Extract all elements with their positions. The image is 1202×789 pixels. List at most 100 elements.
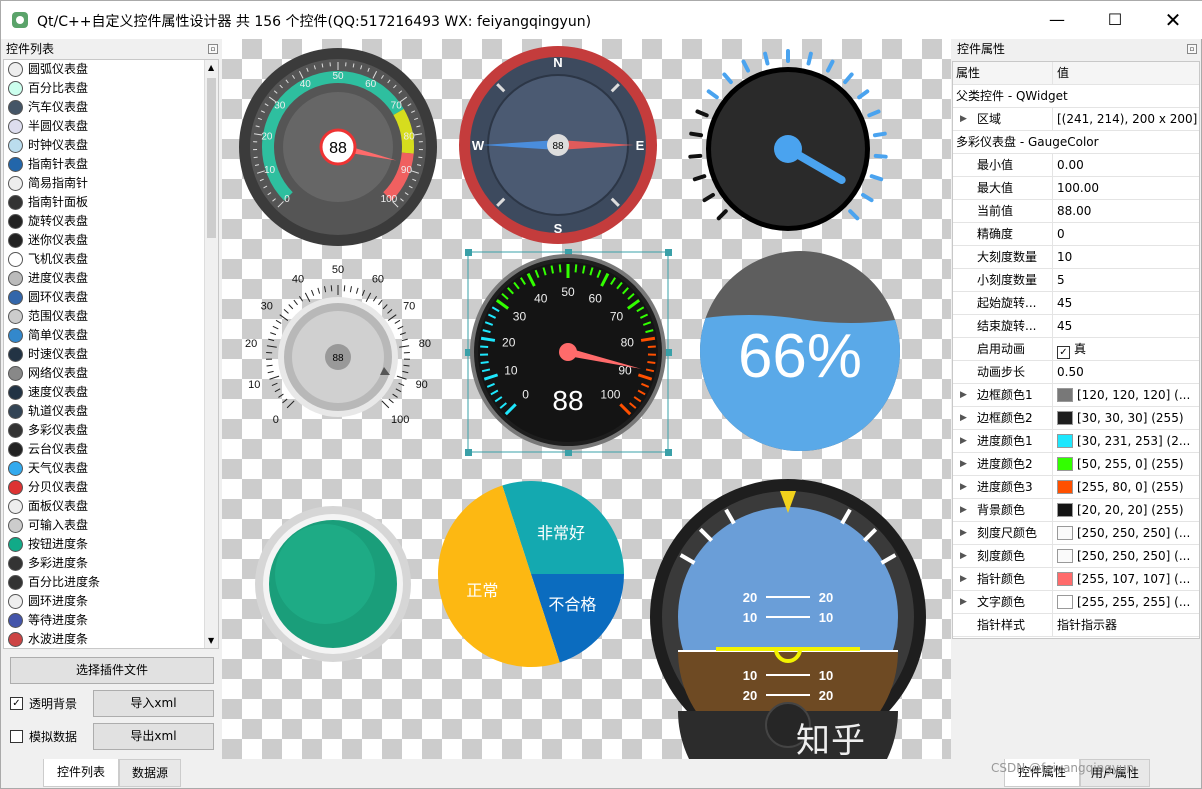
property-row[interactable]: 精确度 0 [953, 223, 1199, 246]
list-item[interactable]: 速度仪表盘 [4, 383, 218, 402]
property-row[interactable]: 指针样式 指针指示器 [953, 614, 1199, 637]
dock-float-icon[interactable]: ▫ [208, 44, 218, 54]
scroll-down-icon[interactable]: ▼ [208, 636, 214, 645]
list-item[interactable]: 分贝仪表盘 [4, 478, 218, 497]
list-item[interactable]: 天气仪表盘 [4, 459, 218, 478]
list-item[interactable]: 圆环仪表盘 [4, 288, 218, 307]
property-row[interactable]: ▶ 进度颜色3 [255, 80, 0] (255) [953, 476, 1199, 499]
list-item[interactable]: 等待进度条 [4, 611, 218, 630]
export-xml-button[interactable]: 导出xml [93, 723, 214, 750]
property-checkbox[interactable]: ✓ [1057, 346, 1070, 359]
scroll-thumb[interactable] [207, 78, 216, 238]
property-group[interactable]: 多彩仪表盘 - GaugeColor [953, 131, 1199, 154]
list-item[interactable]: 简易指南针 [4, 174, 218, 193]
tick-mark [418, 156, 423, 159]
maximize-button[interactable]: ☐ [1086, 1, 1144, 39]
wave-progress[interactable]: 66% [698, 249, 902, 453]
simple-gauge[interactable] [688, 49, 888, 249]
list-item-label: 可输入表盘 [28, 518, 89, 532]
compass-gauge[interactable]: N S E W 88 [458, 45, 658, 245]
tab-widget-list[interactable]: 控件列表 [43, 759, 119, 787]
property-row[interactable]: ▶ 区域 [(241, 214), 200 x 200] [953, 108, 1199, 131]
property-row[interactable]: 动画步长 0.50 [953, 361, 1199, 384]
list-item-label: 圆弧仪表盘 [28, 62, 89, 76]
list-item[interactable]: 指南针面板 [4, 193, 218, 212]
property-row[interactable]: ▶ 边框颜色1 [120, 120, 120] (... [953, 384, 1199, 407]
list-item[interactable]: 多彩进度条 [4, 554, 218, 573]
property-row[interactable]: ▶ 刻度颜色 [250, 250, 250] (... [953, 545, 1199, 568]
tick-mark [397, 325, 404, 330]
minimize-button[interactable]: — [1028, 1, 1086, 39]
property-row[interactable]: ▶ 边框颜色2 [30, 30, 30] (255) [953, 407, 1199, 430]
list-item[interactable]: 飞机仪表盘 [4, 250, 218, 269]
list-item[interactable]: 百分比表盘 [4, 79, 218, 98]
pitch-label: 10 [819, 610, 833, 625]
list-item[interactable]: 进度仪表盘 [4, 269, 218, 288]
select-plugin-button[interactable]: 选择插件文件 [10, 657, 214, 684]
tick-label: 60 [372, 274, 384, 286]
property-row[interactable]: 结束旋转... 45 [953, 315, 1199, 338]
list-item[interactable]: 简单仪表盘 [4, 326, 218, 345]
list-item[interactable]: 指南针表盘 [4, 155, 218, 174]
tick-label: 70 [391, 101, 403, 112]
property-row[interactable]: ▶ 文字颜色 [255, 255, 255] (... [953, 591, 1199, 614]
list-item[interactable]: 按钮进度条 [4, 535, 218, 554]
transparent-bg-checkbox[interactable]: ✓ [10, 697, 23, 710]
property-row[interactable]: ▶ 刻度尺颜色 [250, 250, 250] (... [953, 522, 1199, 545]
list-item[interactable]: 百分比进度条 [4, 573, 218, 592]
widget-list[interactable]: 圆弧仪表盘百分比表盘 汽车仪表盘 半圆仪表盘 时钟仪表盘 指南针表盘 简易指南针 指南针面板… [3, 59, 219, 649]
property-row[interactable]: 起始旋转... 45 [953, 292, 1199, 315]
color-gauge[interactable]: 010203040 50 6070809010088 [465, 249, 672, 456]
list-item[interactable]: 网络仪表盘 [4, 364, 218, 383]
list-item[interactable]: 圆弧仪表盘 [4, 60, 218, 79]
property-row[interactable]: 最大值 100.00 [953, 177, 1199, 200]
list-item[interactable]: 旋转仪表盘 [4, 212, 218, 231]
list-item[interactable]: 轨道仪表盘 [4, 402, 218, 421]
property-row[interactable]: ▶ 指针颜色 [255, 107, 107] (... [953, 568, 1199, 591]
property-row[interactable]: ▶ 背景颜色 [20, 20, 20] (255) [953, 499, 1199, 522]
property-group[interactable]: 父类控件 - QWidget [953, 85, 1199, 108]
list-item[interactable]: 范围仪表盘 [4, 307, 218, 326]
list-scrollbar[interactable]: ▲ ▼ [204, 60, 218, 648]
list-item[interactable]: 多彩仪表盘 [4, 421, 218, 440]
property-row[interactable]: 大刻度数量 10 [953, 246, 1199, 269]
tab-data-source[interactable]: 数据源 [119, 759, 181, 787]
simulate-data-label: 模拟数据 [29, 730, 78, 744]
close-button[interactable]: ✕ [1144, 1, 1202, 39]
list-item[interactable]: 半圆仪表盘 [4, 117, 218, 136]
selection-handle [665, 249, 672, 256]
list-item[interactable]: 水波进度条 [4, 630, 218, 648]
property-row[interactable]: 启用动画 ✓ 真 [953, 338, 1199, 361]
list-item[interactable]: 汽车仪表盘 [4, 98, 218, 117]
list-item[interactable]: 面板仪表盘 [4, 497, 218, 516]
list-item[interactable]: 云台仪表盘 [4, 440, 218, 459]
tick-mark [324, 286, 327, 293]
import-xml-button[interactable]: 导入xml [93, 690, 214, 717]
tick-label: 10 [248, 379, 260, 391]
list-item[interactable]: 时钟仪表盘 [4, 136, 218, 155]
ring-button[interactable] [248, 499, 418, 669]
property-row[interactable]: ▶ 进度颜色1 [30, 231, 253] (2... [953, 430, 1199, 453]
list-item[interactable]: 可输入表盘 [4, 516, 218, 535]
simulate-data-checkbox[interactable] [10, 730, 23, 743]
list-item[interactable]: 时速仪表盘 [4, 345, 218, 364]
property-table[interactable]: 属性 值 父类控件 - QWidget ▶ 区域 [(241, 214), 200 x… [952, 61, 1200, 639]
scroll-up-icon[interactable]: ▲ [208, 63, 214, 72]
property-row[interactable]: 小刻度数量 5 [953, 269, 1199, 292]
arc-gauge[interactable]: 0 10 20 30 40 50 60 70 80 90 100 88 [238, 47, 438, 247]
property-row[interactable]: ▶ 进度颜色2 [50, 255, 0] (255) [953, 453, 1199, 476]
tick-mark [574, 264, 578, 273]
dock-float-icon[interactable]: ▫ [1187, 44, 1197, 54]
list-item[interactable]: 迷你仪表盘 [4, 231, 218, 250]
property-row[interactable]: 最小值 0.00 [953, 154, 1199, 177]
tick-mark [806, 51, 813, 66]
knob-gauge[interactable]: 0 10 20 30 40 50 60 70 80 90 100 88 [238, 257, 438, 457]
property-name: 结束旋转... [977, 319, 1037, 333]
design-canvas[interactable]: 0 10 20 30 40 50 60 70 80 90 100 88 N S E W 88 0 10 20 30 4… [222, 39, 951, 759]
ring-button-gloss [275, 524, 375, 624]
tick-label: 70 [610, 310, 624, 324]
tick-mark [317, 287, 321, 294]
property-row[interactable]: 当前值 88.00 [953, 200, 1199, 223]
list-item[interactable]: 圆环进度条 [4, 592, 218, 611]
pie-chart[interactable]: 非常好不合格 正常 [436, 479, 626, 669]
